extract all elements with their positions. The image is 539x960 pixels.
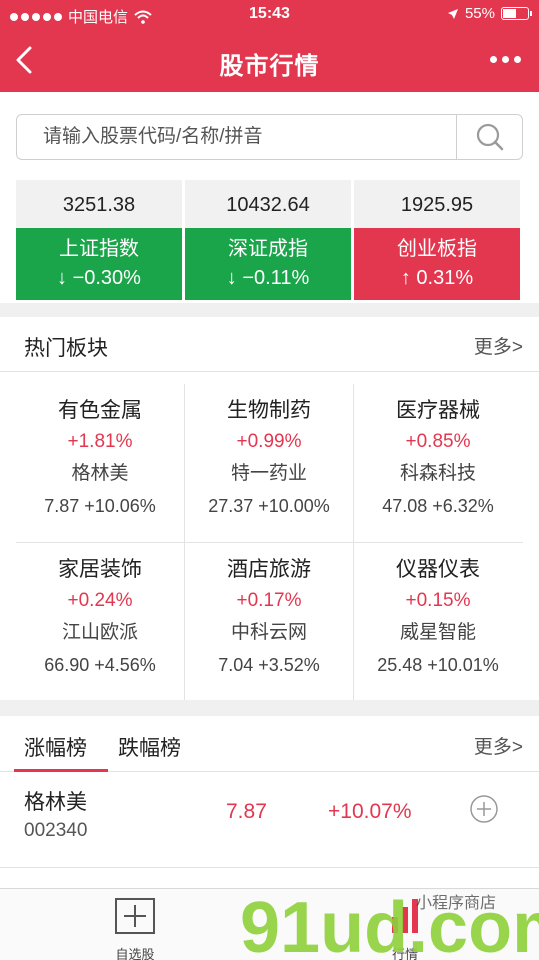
stock-price: 7.87 (226, 800, 267, 823)
page-title: 股市行情 (219, 53, 320, 80)
tab-label: 自选股 (115, 947, 155, 960)
index-change: ↑ 0.31% (400, 267, 474, 289)
sector-name: 有色金属 (58, 399, 142, 422)
index-value: 10432.64 (185, 180, 351, 228)
battery-icon (501, 7, 532, 20)
index-value: 3251.38 (16, 180, 182, 228)
sector-cell[interactable]: 有色金属 +1.81% 格林美 7.87 +10.06% (16, 384, 184, 542)
sector-cell[interactable]: 生物制药 +0.99% 特一药业 27.37 +10.00% (185, 384, 353, 542)
sector-change: +0.24% (67, 590, 133, 611)
stock-row[interactable]: 格林美 002340 7.87 +10.07% (0, 772, 539, 868)
sector-cell[interactable]: 医疗器械 +0.85% 科森科技 47.08 +6.32% (354, 384, 522, 542)
search-bar (16, 114, 523, 160)
sector-lead-price: 47.08 +6.32% (382, 496, 494, 516)
index-value: 1925.95 (354, 180, 520, 228)
index-name: 深证成指 (228, 238, 308, 260)
site-watermark-logo: 91ud.com 小程序商店 (240, 888, 539, 960)
rankings-more-link[interactable]: 更多> (474, 732, 523, 759)
rankings-tabs: 涨幅榜 跌幅榜 更多> (0, 716, 539, 772)
sector-lead-stock: 中科云网 (230, 622, 307, 643)
index-change: ↓ −0.30% (57, 267, 141, 289)
sector-name: 酒店旅游 (227, 558, 311, 581)
sector-lead-stock: 格林美 (71, 463, 129, 484)
index-change: ↓ −0.11% (226, 267, 310, 289)
sector-lead-price: 7.87 +10.06% (44, 496, 156, 516)
sector-cell[interactable]: 家居装饰 +0.24% 江山欧派 66.90 +4.56% (16, 543, 184, 701)
search-icon (476, 123, 504, 151)
search-input[interactable] (17, 115, 457, 159)
hot-sectors-grid: 有色金属 +1.81% 格林美 7.87 +10.06% 生物制药 +0.99%… (16, 384, 523, 700)
hot-sectors-header: 热门板块 更多> (0, 317, 539, 372)
sector-change: +0.85% (405, 431, 471, 452)
index-cards: 3251.38 上证指数 ↓ −0.30% 10432.64 深证成指 ↓ −0… (16, 180, 520, 301)
battery-percent: 55% (464, 5, 495, 22)
watermark-subtext: 小程序商店 (416, 893, 496, 912)
sector-lead-price: 27.37 +10.00% (208, 496, 330, 516)
index-box: 上证指数 ↓ −0.30% (16, 228, 182, 300)
sector-lead-stock: 江山欧派 (61, 622, 138, 643)
index-name: 上证指数 (59, 238, 139, 260)
stock-name: 格林美 (24, 791, 87, 814)
sector-lead-stock: 特一药业 (230, 463, 307, 484)
sector-name: 生物制药 (227, 399, 311, 422)
sector-lead-price: 25.48 +10.01% (377, 655, 499, 675)
add-watchlist-icon[interactable] (469, 794, 499, 824)
sector-change: +0.15% (405, 590, 471, 611)
sector-lead-stock: 科森科技 (399, 463, 476, 484)
section-divider (0, 303, 539, 317)
index-card-shenzhen[interactable]: 10432.64 深证成指 ↓ −0.11% (185, 180, 351, 301)
tab-gainers[interactable]: 涨幅榜 (24, 732, 87, 762)
sector-change: +0.99% (236, 431, 302, 452)
location-arrow-icon (447, 8, 458, 19)
hot-sectors-title: 热门板块 (24, 337, 108, 360)
sector-change: +1.81% (67, 431, 133, 452)
stock-code: 002340 (24, 820, 88, 841)
index-card-shanghai[interactable]: 3251.38 上证指数 ↓ −0.30% (16, 180, 182, 301)
tab-watchlist[interactable]: 自选股 (90, 895, 180, 960)
tab-losers[interactable]: 跌幅榜 (118, 732, 181, 762)
sector-name: 仪器仪表 (396, 558, 480, 581)
more-options-icon[interactable] (490, 56, 521, 63)
top-bar: 中国电信 15:43 55% 股市行情 (0, 0, 539, 92)
index-name: 创业板指 (397, 238, 477, 260)
sector-cell[interactable]: 仪器仪表 +0.15% 威星智能 25.48 +10.01% (354, 543, 522, 701)
section-divider (0, 700, 539, 716)
index-card-chinext[interactable]: 1925.95 创业板指 ↑ 0.31% (354, 180, 520, 301)
sector-change: +0.17% (236, 590, 302, 611)
nav-bar: 股市行情 (0, 30, 539, 92)
search-button[interactable] (456, 115, 522, 159)
sector-lead-price: 66.90 +4.56% (44, 655, 156, 675)
status-bar: 中国电信 15:43 55% (0, 0, 539, 30)
watchlist-add-icon (115, 898, 155, 934)
index-box: 深证成指 ↓ −0.11% (185, 228, 351, 300)
sector-lead-stock: 威星智能 (399, 622, 476, 643)
hot-sectors-more-link[interactable]: 更多> (474, 332, 523, 359)
sector-cell[interactable]: 酒店旅游 +0.17% 中科云网 7.04 +3.52% (185, 543, 353, 701)
status-right: 55% (447, 5, 532, 22)
sector-name: 医疗器械 (396, 399, 480, 422)
sector-name: 家居装饰 (58, 558, 142, 581)
index-box: 创业板指 ↑ 0.31% (354, 228, 520, 300)
sector-lead-price: 7.04 +3.52% (218, 655, 320, 675)
stock-change: +10.07% (328, 800, 412, 823)
